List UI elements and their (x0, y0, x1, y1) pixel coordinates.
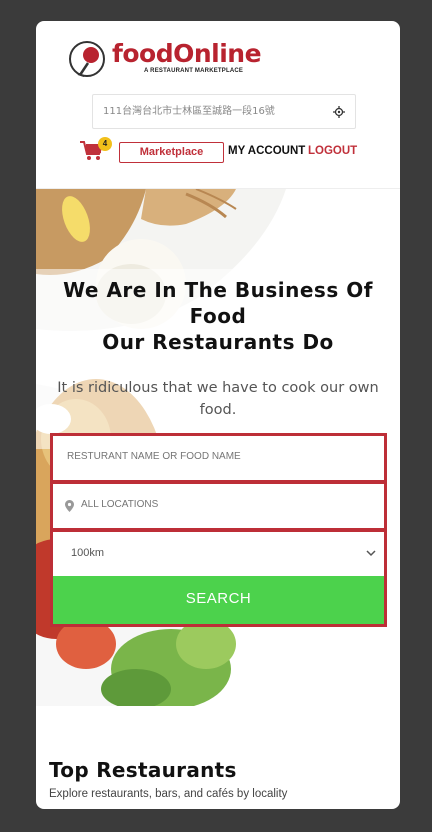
chevron-down-icon (366, 550, 376, 557)
hero-subtitle: It is ridiculous that we have to cook ou… (57, 380, 379, 418)
top-restaurants-title: Top Restaurants (49, 758, 237, 782)
map-pin-icon (65, 500, 74, 512)
hero-title: We Are In The Business Of Food Our Resta… (36, 277, 400, 355)
location-input[interactable] (81, 499, 371, 510)
address-input[interactable] (103, 104, 323, 115)
radius-selected-value: 100km (71, 547, 105, 559)
radius-select[interactable]: 100km (53, 532, 384, 576)
top-restaurants-subtitle: Explore restaurants, bars, and cafés by … (49, 788, 288, 800)
search-button[interactable]: SEARCH (53, 576, 384, 624)
brand-name: foodOnline (112, 39, 262, 68)
hero-title-line-1: We Are In The Business Of (63, 278, 373, 302)
marketplace-button[interactable]: Marketplace (119, 142, 224, 163)
my-account-link[interactable]: MY ACCOUNT (228, 145, 305, 157)
hero-title-line-3: Our Restaurants Do (102, 330, 334, 354)
restaurant-search-field[interactable] (53, 436, 384, 480)
wine-glass-logo-icon (69, 41, 105, 77)
app-window: foodOnline A RESTAURANT MARKETPLACE 4 Ma… (36, 21, 400, 809)
cart-count-badge: 4 (98, 137, 112, 151)
search-form: 100km SEARCH (50, 433, 387, 627)
logout-link[interactable]: LOGOUT (308, 145, 357, 157)
hero-title-line-2: Food (189, 304, 247, 328)
restaurant-search-input[interactable] (67, 451, 357, 462)
brand-tagline: A RESTAURANT MARKETPLACE (144, 68, 244, 74)
hero-banner: We Are In The Business Of Food Our Resta… (36, 188, 400, 706)
location-field[interactable] (53, 484, 384, 528)
address-bar[interactable] (92, 94, 356, 129)
crosshair-icon[interactable] (333, 106, 345, 118)
